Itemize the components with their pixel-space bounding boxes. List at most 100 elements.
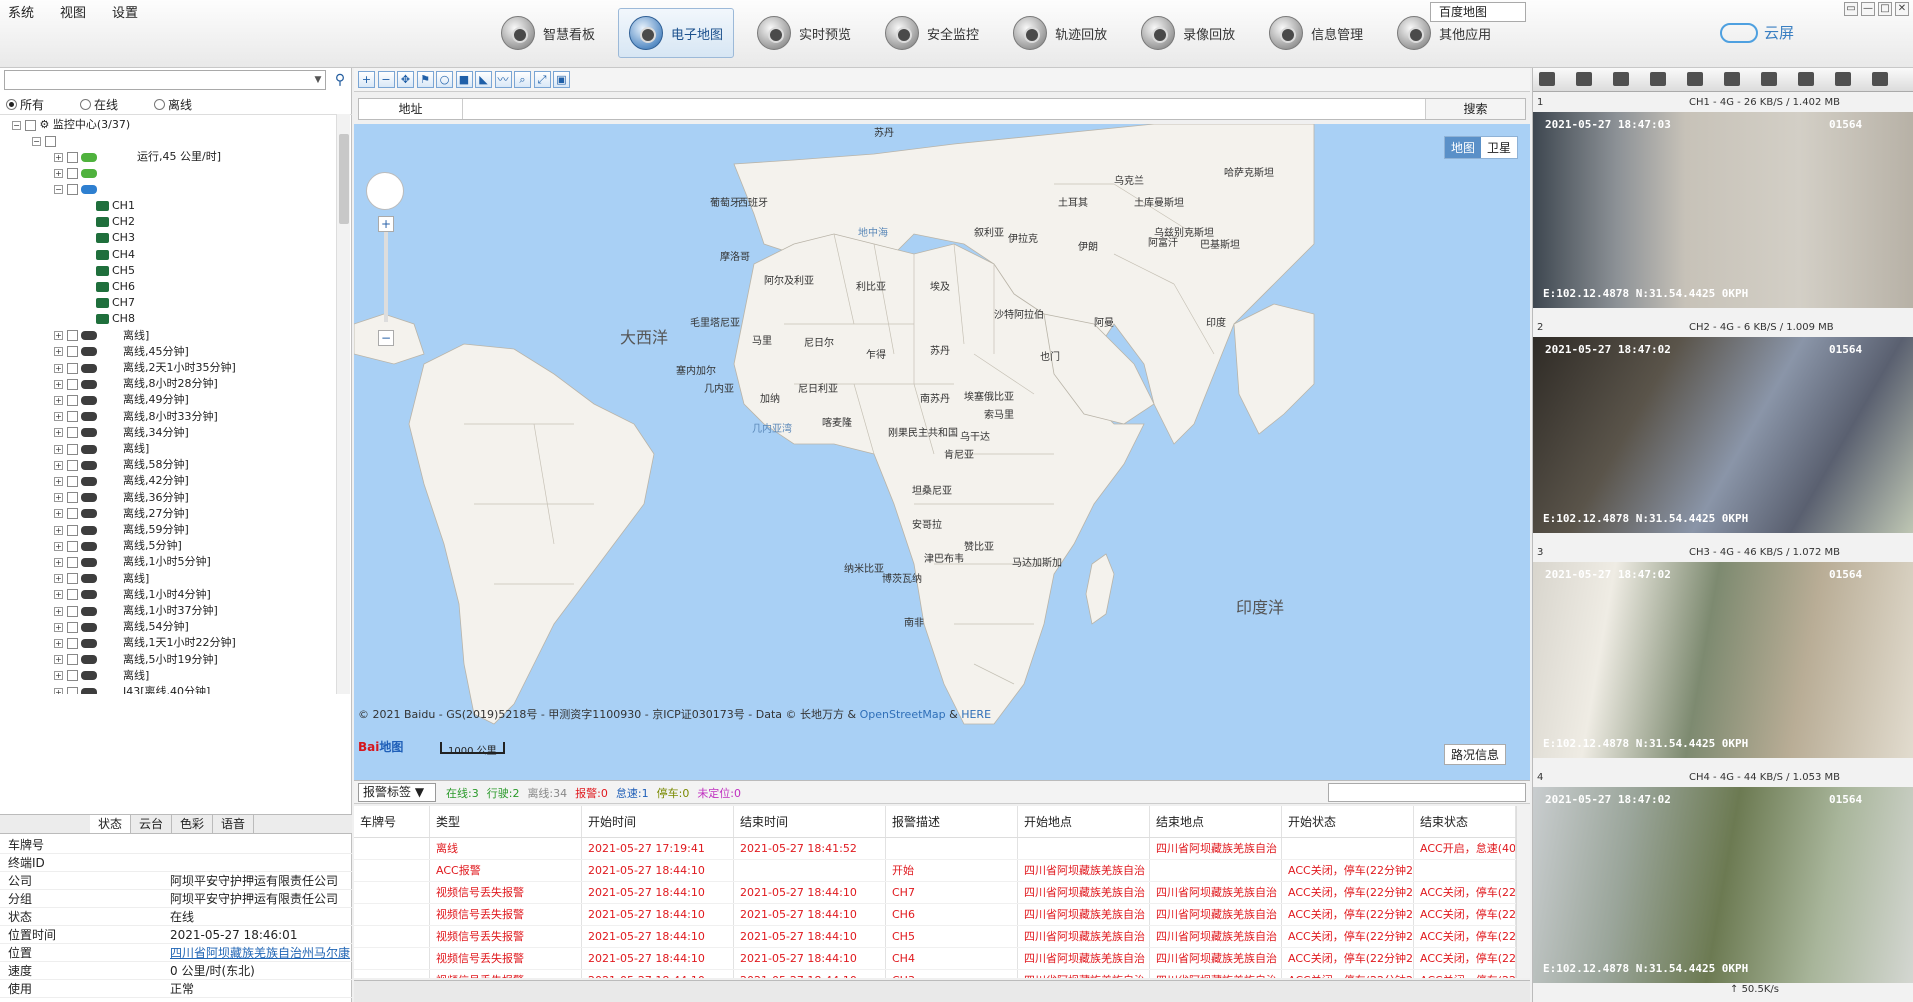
video-frame[interactable]: 2021-05-27 18:47:02 01564 E:102.12.4878 N:… xyxy=(1533,337,1913,533)
scrollbar-thumb[interactable] xyxy=(339,134,349,224)
expand-icon[interactable]: + xyxy=(54,428,63,438)
checkbox[interactable] xyxy=(67,524,78,536)
tree-vehicle[interactable]: + 离线] xyxy=(54,571,149,587)
tree-vehicle[interactable]: + 离线,1小时4分钟] xyxy=(54,587,211,603)
column-header[interactable]: 报警描述 xyxy=(886,806,1018,837)
checkbox[interactable] xyxy=(67,362,78,374)
checkbox[interactable] xyxy=(67,492,78,504)
address-input[interactable] xyxy=(463,99,1425,119)
tree-vehicle[interactable]: + 离线,1小时37分钟] xyxy=(54,603,218,619)
nav-preview[interactable]: 实时预览 xyxy=(746,8,862,58)
checkbox[interactable] xyxy=(67,168,78,180)
alarm-filter-select[interactable] xyxy=(1328,783,1526,802)
alarm-row[interactable]: 视频信号丢失报警2021-05-27 18:44:102021-05-27 18… xyxy=(354,904,1530,926)
checkbox[interactable] xyxy=(67,330,78,342)
stop-icon[interactable] xyxy=(1798,72,1814,86)
checkbox[interactable] xyxy=(67,621,78,633)
chevron-down-icon[interactable]: ▼ xyxy=(311,71,325,89)
expand-icon[interactable]: + xyxy=(54,671,63,681)
layout-16-icon[interactable] xyxy=(1650,72,1666,86)
checkbox[interactable] xyxy=(67,459,78,471)
expand-icon[interactable]: + xyxy=(54,655,63,665)
column-header[interactable]: 开始状态 xyxy=(1282,806,1414,837)
traffic-info-button[interactable]: 路况信息 xyxy=(1444,744,1507,765)
tab-status[interactable]: 状态 xyxy=(90,815,132,833)
video-slot-3[interactable]: 3 CH3 - 4G - 46 KB/S / 1.072 MB 2021-05-27… xyxy=(1533,544,1913,758)
tree-vehicle[interactable]: + 离线] xyxy=(54,328,149,344)
nav-info[interactable]: 信息管理 xyxy=(1258,8,1374,58)
record-icon[interactable] xyxy=(1835,72,1851,86)
filter-all[interactable]: 所有 xyxy=(6,96,44,113)
alarm-scrollbar[interactable] xyxy=(1516,806,1530,978)
tree-vehicle[interactable]: − xyxy=(54,182,97,198)
expand-icon[interactable]: + xyxy=(54,379,63,389)
checkbox[interactable] xyxy=(67,556,78,568)
checkbox[interactable] xyxy=(67,394,78,406)
column-header[interactable]: 结束地点 xyxy=(1150,806,1282,837)
expand-icon[interactable]: + xyxy=(54,606,63,616)
expand-icon[interactable]: + xyxy=(54,152,63,162)
nav-dashboard[interactable]: 智慧看板 xyxy=(490,8,606,58)
checkbox[interactable] xyxy=(67,378,78,390)
play-icon[interactable] xyxy=(1761,72,1777,86)
expand-icon[interactable]: + xyxy=(54,638,63,648)
snapshot-icon[interactable] xyxy=(1687,72,1703,86)
tree-vehicle[interactable]: + 离线,59分钟] xyxy=(54,522,189,538)
menu-system[interactable]: 系统 xyxy=(6,2,36,21)
checkbox[interactable] xyxy=(67,475,78,487)
nav-track[interactable]: 轨迹回放 xyxy=(1002,8,1118,58)
alarm-tag-select[interactable]: 报警标签 ▼ xyxy=(358,783,436,802)
tree-vehicle[interactable]: + 离线,5分钟] xyxy=(54,538,182,554)
tree-vehicle[interactable]: + 离线,8小时33分钟] xyxy=(54,409,218,425)
alarm-row[interactable]: 视频信号丢失报警2021-05-27 18:44:102021-05-27 18… xyxy=(354,926,1530,948)
nav-safety[interactable]: 安全监控 xyxy=(874,8,990,58)
checkbox[interactable] xyxy=(67,346,78,358)
checkbox[interactable] xyxy=(67,589,78,601)
video-slot-2[interactable]: 2 CH2 - 4G - 6 KB/S / 1.009 MB 2021-05-27 … xyxy=(1533,319,1913,533)
expand-icon[interactable]: + xyxy=(54,509,63,519)
tree-vehicle[interactable]: + 离线,58分钟] xyxy=(54,457,189,473)
location-link[interactable]: 四川省阿坝藏族羌族自治州马尔康 xyxy=(170,944,352,961)
video-frame[interactable]: 2021-05-27 18:47:03 01564 E:102.12.4878 N:… xyxy=(1533,112,1913,308)
maximize-button[interactable]: □ xyxy=(1878,2,1892,16)
audio-icon[interactable] xyxy=(1724,72,1740,86)
restore-button[interactable]: ▭ xyxy=(1844,2,1858,16)
menu-view[interactable]: 视图 xyxy=(58,2,88,21)
search-icon[interactable]: ⚲ xyxy=(330,70,350,90)
checkbox[interactable] xyxy=(67,573,78,585)
collapse-icon[interactable]: − xyxy=(32,136,41,146)
expand-icon[interactable]: + xyxy=(54,363,63,373)
expand-icon[interactable]: + xyxy=(54,395,63,405)
column-header[interactable]: 车牌号 xyxy=(354,806,430,837)
column-header[interactable]: 开始地点 xyxy=(1018,806,1150,837)
expand-icon[interactable]: + xyxy=(54,525,63,535)
checkbox[interactable] xyxy=(67,654,78,666)
filter-online[interactable]: 在线 xyxy=(80,96,118,113)
alarm-row[interactable]: 离线 2021-05-27 17:19:41 2021-05-27 18:41:52… xyxy=(354,838,1530,860)
zoom-in-button[interactable]: + xyxy=(378,216,394,232)
expand-icon[interactable]: + xyxy=(54,622,63,632)
alarm-row[interactable]: ACC报警 2021-05-27 18:44:10 开始 四川省阿坝藏族羌族自治 ACC… xyxy=(354,860,1530,882)
zoom-out-button[interactable]: − xyxy=(378,330,394,346)
tree-vehicle[interactable]: + 离线,5小时19分钟] xyxy=(54,652,218,668)
expand-icon[interactable]: + xyxy=(54,557,63,567)
close-button[interactable]: ✕ xyxy=(1895,2,1909,16)
filter-offline[interactable]: 离线 xyxy=(154,96,192,113)
tree-scrollbar[interactable] xyxy=(336,114,350,694)
tree-channel-ch4[interactable]: CH4 xyxy=(96,247,135,263)
checkbox[interactable] xyxy=(67,686,78,694)
tree-vehicle[interactable]: + 离线,27分钟] xyxy=(54,506,189,522)
checkbox[interactable] xyxy=(67,605,78,617)
tree-channel-ch2[interactable]: CH2 xyxy=(96,214,135,230)
checkbox[interactable] xyxy=(67,670,78,682)
address-search-button[interactable]: 搜索 xyxy=(1425,99,1525,119)
layout-1-icon[interactable] xyxy=(1539,72,1555,86)
nav-playback[interactable]: 录像回放 xyxy=(1130,8,1246,58)
layout-4-icon[interactable] xyxy=(1576,72,1592,86)
map-provider-select[interactable]: 百度地图 xyxy=(1430,2,1526,22)
satellite-view-button[interactable]: 卫星 xyxy=(1481,137,1517,158)
tree-group[interactable]: − xyxy=(32,133,56,149)
tree-vehicle[interactable]: + 离线,8小时28分钟] xyxy=(54,376,218,392)
tree-channel-ch1[interactable]: CH1 xyxy=(96,198,135,214)
checkbox[interactable] xyxy=(67,411,78,423)
